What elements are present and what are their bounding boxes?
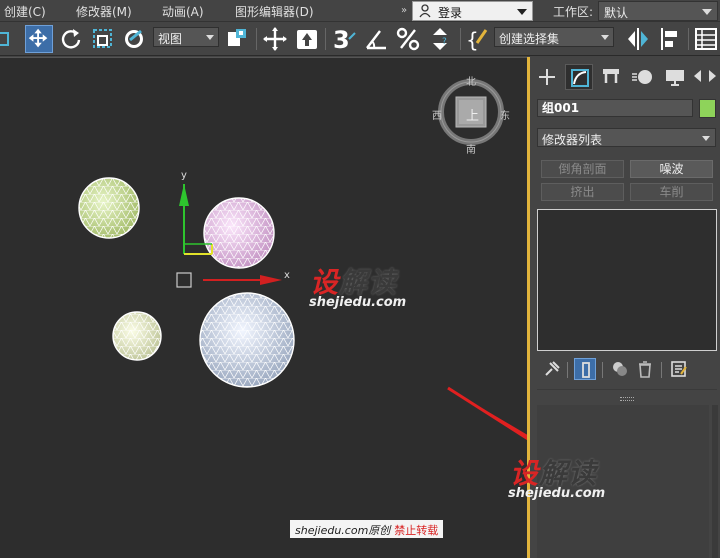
spinner-snap-icon[interactable]: ? (426, 25, 454, 53)
reference-coordinate-select[interactable]: 视图 (153, 27, 219, 47)
modify-icon (571, 69, 589, 87)
command-panel-scrollbar[interactable] (712, 405, 718, 558)
login-dropdown[interactable]: 登录 (412, 1, 533, 21)
toolbar-separator (661, 362, 662, 378)
select-object-icon[interactable] (0, 25, 18, 53)
select-rotate-icon[interactable] (57, 25, 85, 53)
sphere-pink[interactable] (203, 197, 275, 269)
tab-modify[interactable] (565, 64, 593, 90)
menu-graph-editors[interactable]: 图形编辑器(D) (235, 3, 314, 20)
workspace-value: 默认 (604, 6, 629, 20)
toolbar-separator (688, 28, 689, 50)
toolbar-separator (567, 362, 568, 378)
reference-coordinate-value: 视图 (158, 32, 183, 46)
show-end-result-icon[interactable] (574, 358, 596, 380)
toolbar-separator (325, 28, 326, 50)
viewcube-north-label: 北 (466, 77, 476, 88)
viewcube-top-label[interactable]: 上 (466, 105, 479, 124)
keyboard-shortcut-icon[interactable] (293, 25, 321, 53)
chevron-down-icon (206, 35, 214, 40)
select-move-icon[interactable] (25, 25, 53, 53)
make-unique-icon[interactable] (609, 358, 631, 380)
placement-icon[interactable] (121, 25, 149, 53)
pin-stack-icon[interactable] (541, 358, 563, 380)
manipulate-icon[interactable] (261, 25, 289, 53)
menu-create[interactable]: 创建(C) (4, 3, 46, 20)
chevron-down-icon (517, 9, 527, 15)
workspace-label: 工作区: (553, 5, 594, 19)
viewcube-east-label: 东 (500, 111, 510, 122)
object-name-field[interactable]: 组001 (537, 99, 693, 117)
modifier-bevel-profile-button[interactable]: 倒角剖面 (541, 160, 624, 178)
tab-hierarchy[interactable] (597, 64, 625, 90)
sphere-blue[interactable] (199, 292, 295, 388)
chevron-down-icon (702, 9, 712, 15)
main-toolbar: 视图 3 ? { 创建选择集 (0, 22, 720, 56)
hierarchy-icon (603, 69, 619, 83)
gizmo-x-label: x (284, 270, 290, 281)
viewport-scene[interactable] (0, 58, 527, 558)
svg-text:{: { (466, 28, 479, 52)
watermark-url-secondary: shejiedu.com (508, 486, 606, 501)
named-selection-set-value: 创建选择集 (499, 32, 560, 46)
toolbar-separator (460, 28, 461, 50)
edit-named-selection-icon[interactable]: { (464, 25, 492, 53)
workspace-select[interactable]: 默认 (598, 1, 718, 21)
display-icon (666, 70, 684, 86)
menu-modifiers[interactable]: 修改器(M) (76, 3, 132, 20)
named-selection-set-select[interactable]: 创建选择集 (494, 27, 614, 47)
user-icon (419, 4, 431, 18)
motion-icon (632, 70, 652, 84)
viewcube-west-label: 西 (432, 111, 442, 122)
svg-text:?: ? (442, 37, 447, 47)
gizmo-y-label: y (181, 170, 187, 181)
align-icon[interactable] (656, 25, 684, 53)
toolbar-separator (602, 362, 603, 378)
watermark-url: shejiedu.com (309, 295, 407, 310)
modifier-lathe-button[interactable]: 车削 (630, 183, 713, 201)
modifier-list-label: 修改器列表 (542, 133, 603, 147)
tabs-scroll-right-icon[interactable] (709, 70, 716, 82)
plus-icon (539, 69, 555, 85)
toolbar-separator (256, 28, 257, 50)
login-label: 登录 (438, 6, 463, 20)
modifier-stack[interactable] (537, 209, 717, 351)
remove-modifier-icon[interactable] (634, 358, 656, 380)
svg-text:3: 3 (333, 26, 350, 53)
command-panel-tabs (530, 64, 720, 92)
mirror-icon[interactable] (624, 25, 652, 53)
rollout-resize-handle[interactable] (620, 397, 634, 401)
select-scale-icon[interactable] (89, 25, 117, 53)
modifier-noise-button[interactable]: 噪波 (630, 160, 713, 178)
snap-toggle-icon[interactable]: 3 (330, 25, 358, 53)
angle-snap-icon[interactable] (362, 25, 390, 53)
panel-divider (537, 389, 717, 390)
viewcube-south-label: 南 (466, 145, 476, 156)
object-color-swatch[interactable] (699, 99, 716, 118)
menu-animation[interactable]: 动画(A) (162, 3, 204, 20)
scene-explorer-icon[interactable] (692, 25, 720, 53)
sphere-green[interactable] (78, 177, 140, 239)
tabs-scroll-left-icon[interactable] (694, 70, 701, 82)
pivot-center-icon[interactable] (224, 25, 252, 53)
tab-create[interactable] (533, 64, 561, 90)
tab-motion[interactable] (629, 64, 657, 90)
watermark-credit: shejiedu.com原创 禁止转载 (290, 520, 444, 538)
configure-modifier-sets-icon[interactable] (668, 358, 690, 380)
perspective-viewport[interactable]: 上 北 南 西 东 y x 设解读 shejiedu.com shejiedu.… (0, 57, 527, 558)
modifier-stack-tools (537, 358, 717, 382)
tab-display[interactable] (661, 64, 689, 90)
percent-snap-icon[interactable] (394, 25, 422, 53)
modifier-extrude-button[interactable]: 挤出 (541, 183, 624, 201)
sphere-cream[interactable] (112, 311, 162, 361)
modifier-list-dropdown[interactable]: 修改器列表 (537, 128, 716, 147)
menu-bar: 创建(C) 修改器(M) 动画(A) 图形编辑器(D) » 登录 工作区: 默认 (0, 0, 720, 22)
menu-overflow-button[interactable]: » (398, 2, 410, 20)
chevron-down-icon (702, 136, 710, 141)
chevron-down-icon (601, 35, 609, 40)
